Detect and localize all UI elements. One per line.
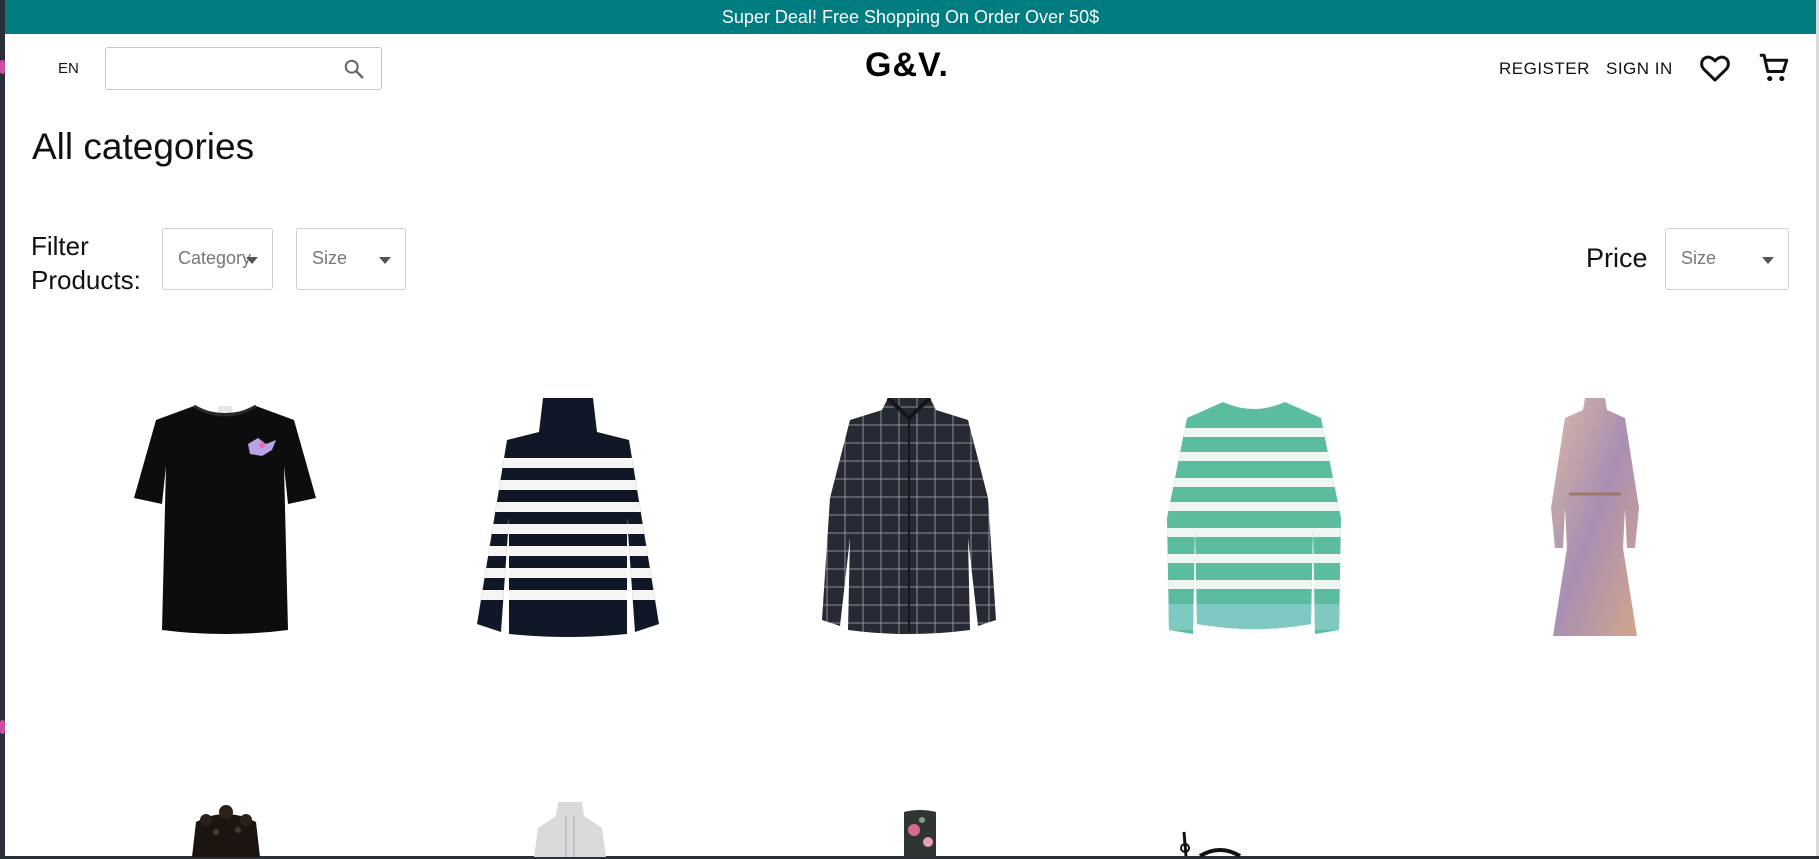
product-image-grey-knit [534, 802, 606, 857]
cart-icon[interactable] [1757, 51, 1791, 85]
price-label: Price [1586, 243, 1648, 273]
edge-marker [0, 720, 5, 734]
promo-text: Super Deal! Free Shopping On Order Over … [721, 6, 1100, 27]
product-card[interactable] [896, 808, 944, 858]
size-dropdown[interactable]: Size [296, 228, 406, 290]
product-card[interactable] [1545, 398, 1645, 638]
product-image-lace-top [192, 805, 260, 857]
product-card[interactable] [477, 398, 659, 638]
page-title: All categories [32, 126, 255, 167]
chevron-down-icon [379, 257, 391, 264]
size-dropdown-value: Size [312, 248, 348, 268]
filter-label: Filter Products: [31, 231, 141, 295]
heart-icon[interactable] [1698, 51, 1732, 85]
product-card[interactable] [1163, 398, 1345, 638]
price-dropdown-value: Size [1681, 248, 1717, 268]
product-card[interactable] [530, 802, 610, 857]
chevron-down-icon [1762, 257, 1774, 264]
product-card[interactable] [134, 398, 316, 638]
product-image-floral-dress [1551, 398, 1639, 636]
top-navigation: EN G&V. REGISTER SIGN IN [5, 34, 1816, 106]
search-icon[interactable] [343, 58, 365, 80]
product-image-black-tshirt [134, 404, 316, 634]
promo-banner: Super Deal! Free Shopping On Order Over … [5, 0, 1816, 34]
price-dropdown[interactable]: Size [1665, 228, 1789, 290]
register-link[interactable]: REGISTER [1499, 59, 1590, 79]
window-left-edge [0, 0, 5, 859]
product-card[interactable] [818, 398, 1000, 638]
product-image-floral-boot [904, 810, 936, 858]
chevron-down-icon [246, 257, 258, 264]
category-dropdown[interactable]: Category [162, 228, 273, 290]
product-image-checked-shirt [822, 398, 996, 634]
search-input[interactable] [116, 48, 340, 90]
sign-in-link[interactable]: SIGN IN [1606, 59, 1673, 79]
product-image-striped-sweater [477, 398, 659, 637]
language-selector[interactable]: EN [58, 60, 79, 77]
brand-logo[interactable]: G&V. [865, 46, 949, 85]
search-box[interactable] [105, 47, 382, 90]
category-dropdown-value: Category [178, 248, 252, 268]
product-card[interactable] [186, 802, 266, 857]
product-card[interactable] [1176, 830, 1246, 858]
product-image-green-knit-sweater [1167, 402, 1341, 634]
product-image-accessory [1180, 831, 1242, 858]
